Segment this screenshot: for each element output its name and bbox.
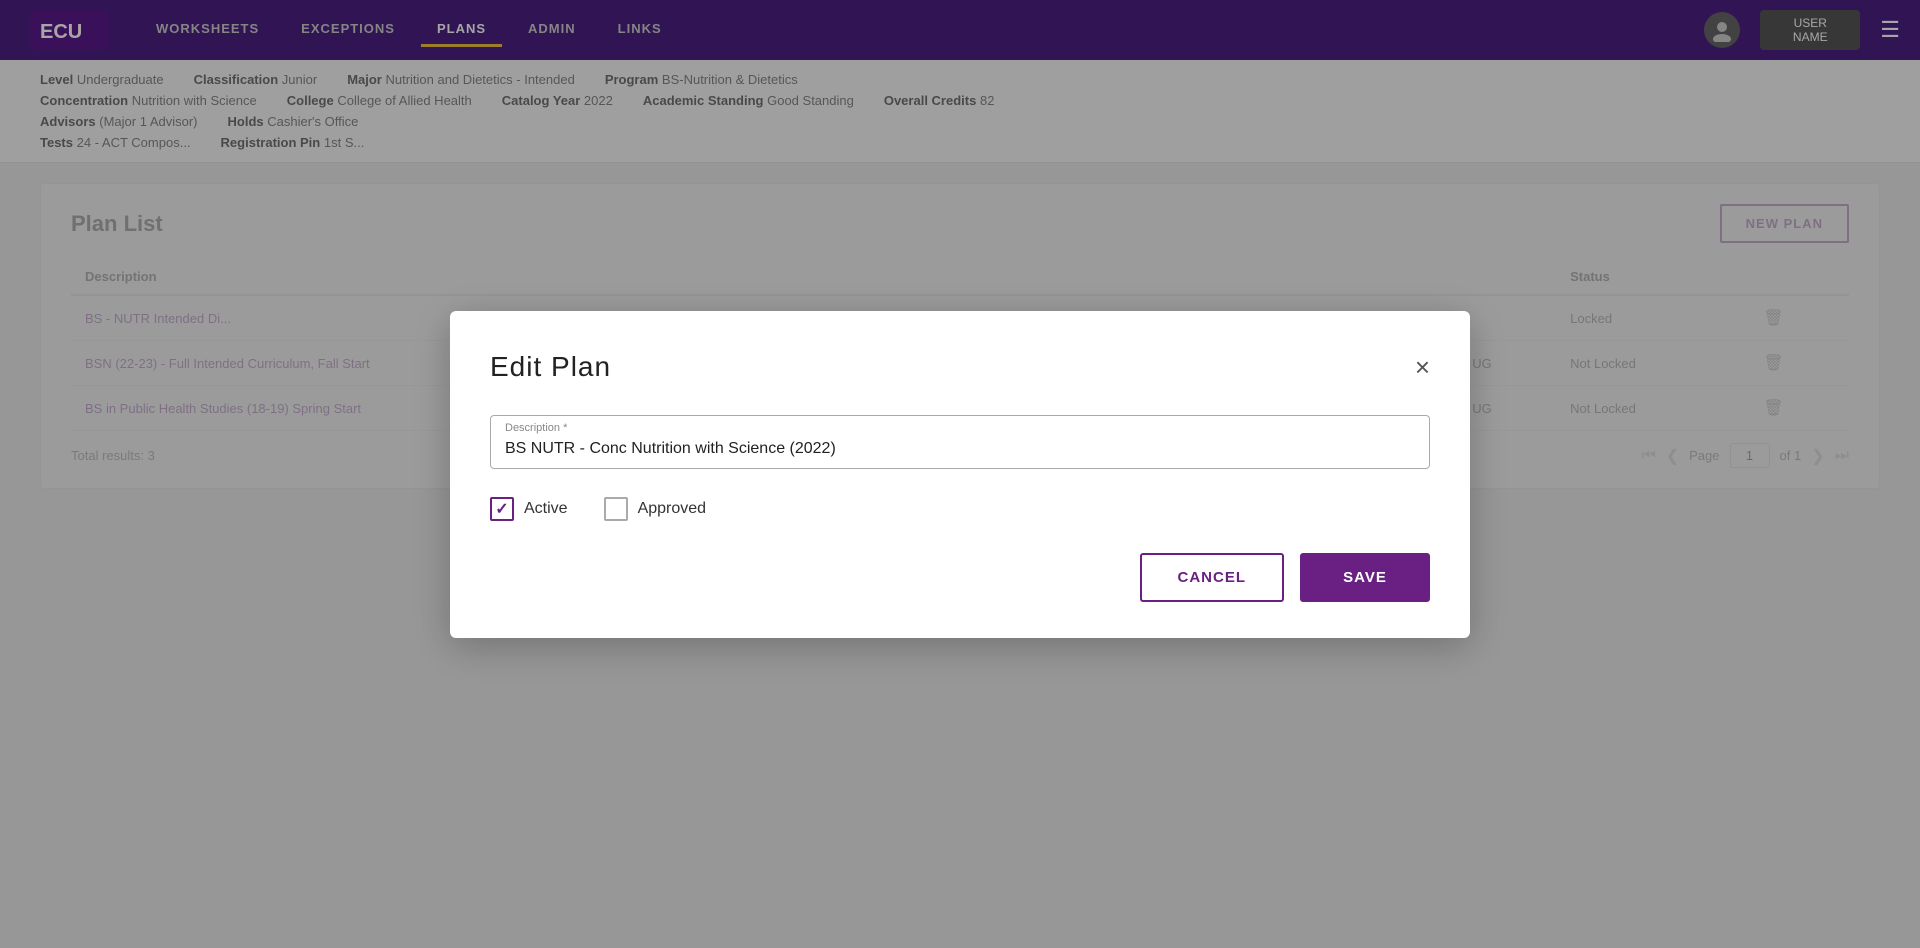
active-checkbox[interactable] xyxy=(490,497,514,521)
modal-title: Edit Plan xyxy=(490,351,611,383)
modal-checkboxes: Active Approved xyxy=(490,497,1430,521)
modal-header: Edit Plan × xyxy=(490,351,1430,383)
active-label: Active xyxy=(524,500,568,518)
description-input[interactable] xyxy=(505,440,1415,458)
approved-checkbox-group: Approved xyxy=(604,497,707,521)
edit-plan-modal: Edit Plan × Description * Active Approve… xyxy=(450,311,1470,638)
cancel-button[interactable]: CANCEL xyxy=(1140,553,1285,602)
save-button[interactable]: SAVE xyxy=(1300,553,1430,602)
description-field: Description * xyxy=(490,415,1430,469)
modal-actions: CANCEL SAVE xyxy=(490,553,1430,602)
description-input-label: Description * xyxy=(505,422,567,434)
modal-close-button[interactable]: × xyxy=(1415,354,1430,380)
modal-overlay: Edit Plan × Description * Active Approve… xyxy=(0,0,1920,948)
approved-label: Approved xyxy=(638,500,707,518)
approved-checkbox[interactable] xyxy=(604,497,628,521)
active-checkbox-group: Active xyxy=(490,497,568,521)
